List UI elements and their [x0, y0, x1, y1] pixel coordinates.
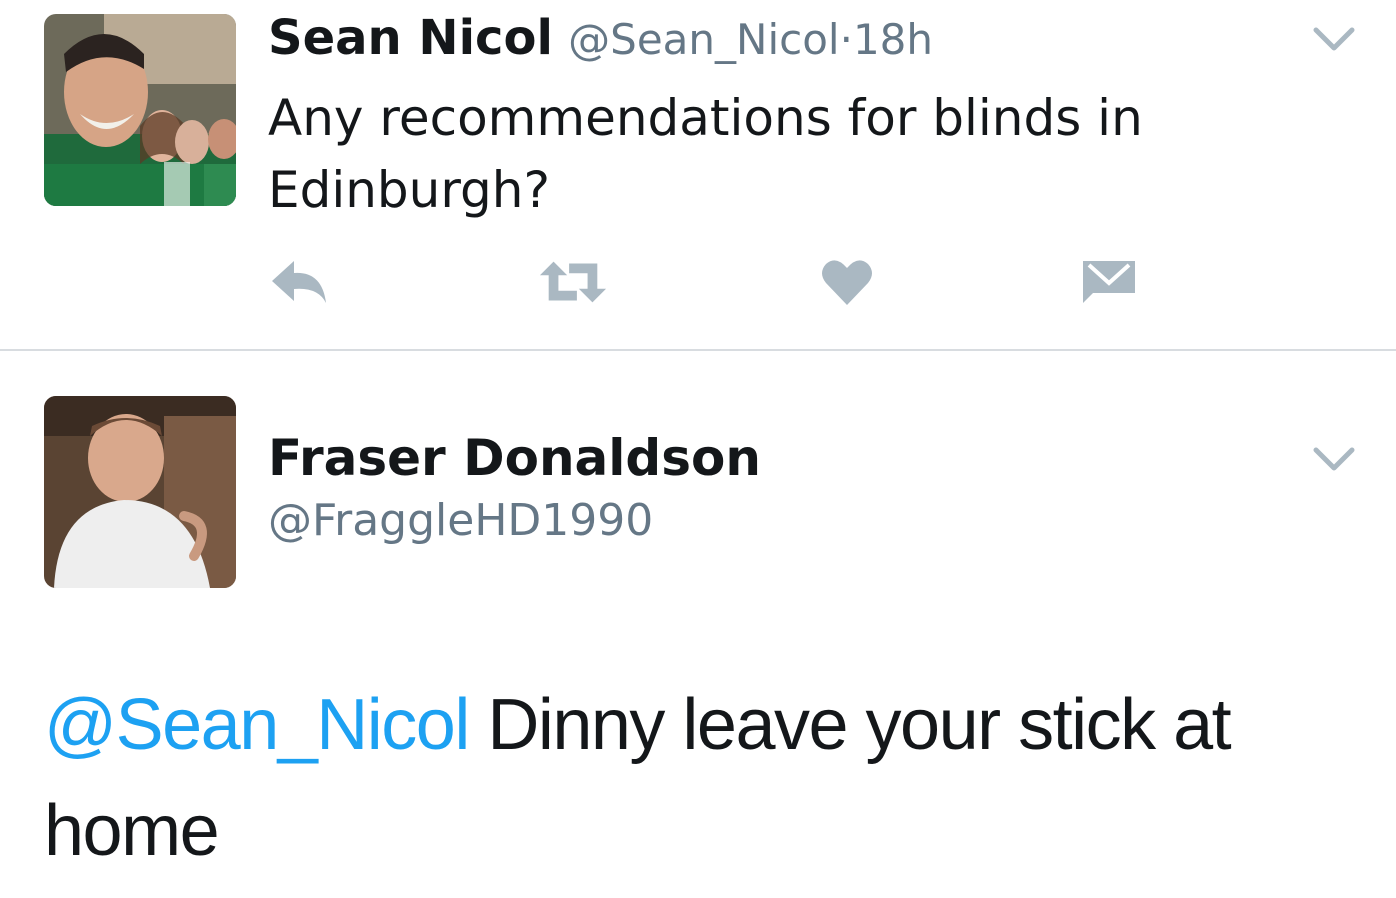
reply-author-avatar[interactable]	[44, 396, 236, 588]
tweet-time[interactable]: 18h	[853, 15, 933, 64]
mention-link[interactable]: @Sean_Nicol	[44, 685, 470, 765]
reply-author-handle[interactable]: @FraggleHD1990	[268, 494, 653, 548]
heart-icon	[822, 260, 872, 305]
like-button[interactable]	[812, 252, 882, 312]
retweet-icon	[539, 261, 607, 303]
retweet-button[interactable]	[538, 252, 608, 312]
reply-text: @Sean_Nicol Dinny leave your stick at ho…	[44, 672, 1344, 884]
man-portrait-photo	[44, 396, 236, 588]
envelope-icon	[1083, 261, 1135, 303]
tweet-header: Sean Nicol @Sean_Nicol·18h	[268, 10, 933, 68]
chevron-down-icon	[1313, 27, 1355, 51]
author-handle[interactable]: @Sean_Nicol	[568, 15, 839, 64]
reply-icon	[272, 261, 326, 303]
reply-author-name[interactable]: Fraser Donaldson	[268, 428, 761, 488]
reply-button[interactable]	[264, 252, 334, 312]
reply-menu-button[interactable]	[1312, 444, 1356, 474]
separator-dot: ·	[839, 15, 853, 64]
tweet-original[interactable]: Sean Nicol @Sean_Nicol·18h Any recommend…	[0, 0, 1396, 350]
tweet-actions	[0, 252, 1396, 312]
message-button[interactable]	[1074, 252, 1144, 312]
chevron-down-icon	[1313, 447, 1355, 471]
tweet-text: Any recommendations for blinds in Edinbu…	[268, 89, 1143, 219]
author-avatar[interactable]	[44, 14, 236, 206]
tweet-divider	[0, 349, 1396, 351]
author-name[interactable]: Sean Nicol	[268, 10, 553, 66]
tweet-menu-button[interactable]	[1312, 24, 1356, 54]
group-selfie-photo	[44, 14, 236, 206]
